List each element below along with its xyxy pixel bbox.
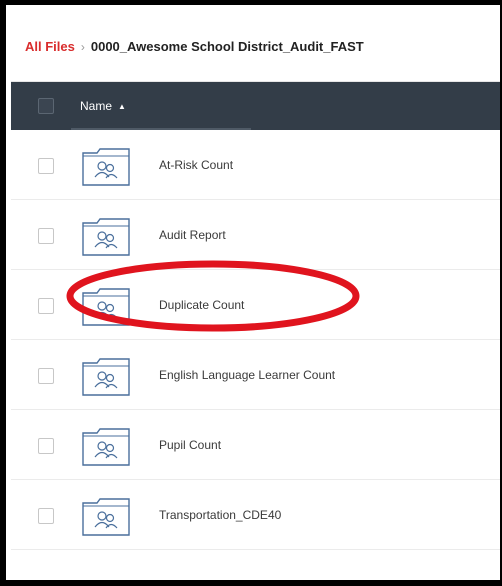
table-row[interactable]: Transportation_CDE40	[11, 480, 500, 550]
table-row[interactable]: Pupil Count	[11, 410, 500, 480]
name-column-header[interactable]: Name ▲	[80, 82, 126, 130]
shared-folder-icon	[82, 358, 130, 396]
shared-folder-icon	[82, 428, 130, 466]
row-name[interactable]: At-Risk Count	[159, 130, 233, 200]
breadcrumb: All Files › 0000_Awesome School District…	[11, 12, 500, 82]
shared-folder-icon	[82, 288, 130, 326]
row-name[interactable]: Pupil Count	[159, 410, 221, 480]
name-column-label: Name	[80, 99, 113, 113]
row-checkbox[interactable]	[38, 228, 54, 244]
row-checkbox[interactable]	[38, 438, 54, 454]
breadcrumb-root-link[interactable]: All Files	[25, 39, 75, 54]
select-all-checkbox[interactable]	[38, 98, 54, 114]
row-name[interactable]: Transportation_CDE40	[159, 480, 281, 550]
breadcrumb-current: 0000_Awesome School District_Audit_FAST	[90, 39, 364, 54]
shared-folder-icon	[82, 148, 130, 186]
file-browser: All Files › 0000_Awesome School District…	[11, 12, 500, 580]
table-row[interactable]: Duplicate Count	[11, 270, 500, 340]
row-checkbox[interactable]	[38, 368, 54, 384]
breadcrumb-separator: ›	[80, 39, 85, 54]
sort-ascending-icon: ▲	[118, 101, 126, 111]
table-header: Name ▲	[11, 82, 500, 130]
table-row[interactable]: Audit Report	[11, 200, 500, 270]
row-name[interactable]: English Language Learner Count	[159, 340, 335, 410]
table-row[interactable]: At-Risk Count	[11, 130, 500, 200]
row-checkbox[interactable]	[38, 298, 54, 314]
row-name[interactable]: Audit Report	[159, 200, 226, 270]
table-row[interactable]: English Language Learner Count	[11, 340, 500, 410]
shared-folder-icon	[82, 218, 130, 256]
row-name[interactable]: Duplicate Count	[159, 270, 244, 340]
row-checkbox[interactable]	[38, 508, 54, 524]
shared-folder-icon	[82, 498, 130, 536]
row-checkbox[interactable]	[38, 158, 54, 174]
